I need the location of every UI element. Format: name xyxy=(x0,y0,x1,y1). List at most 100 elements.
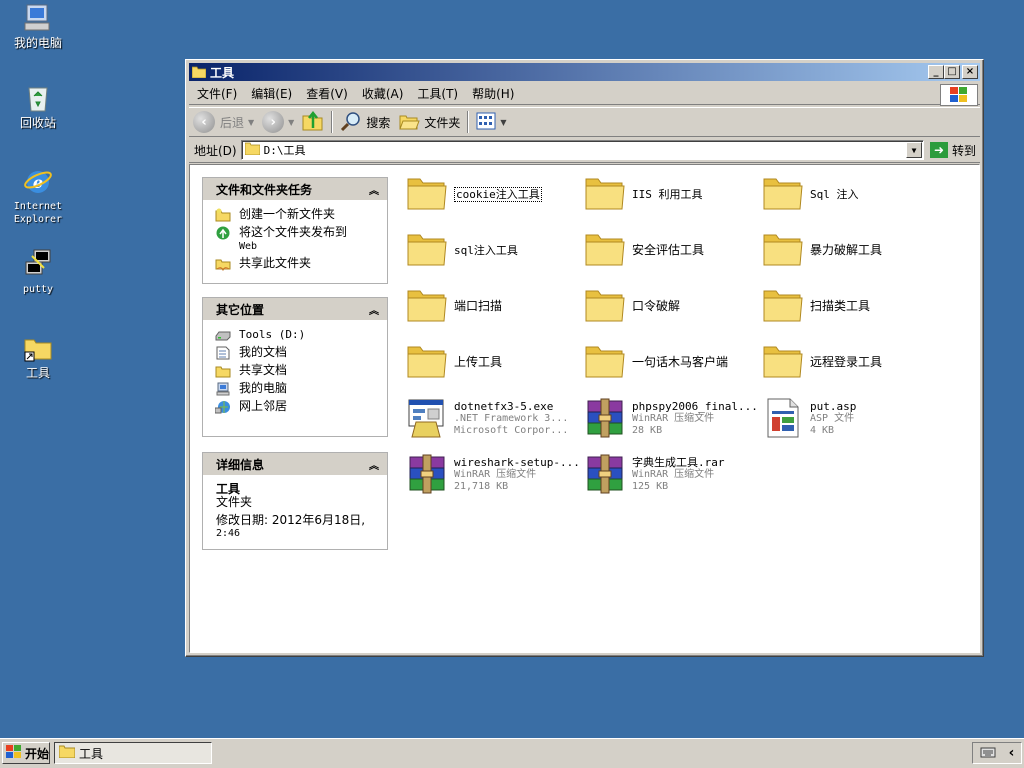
windows-logo-icon xyxy=(6,744,22,762)
asp-icon xyxy=(762,397,804,439)
place-my-computer[interactable]: 我的电脑 xyxy=(215,382,377,396)
minimize-button[interactable]: _ xyxy=(928,65,944,79)
chevron-down-icon[interactable]: ▼ xyxy=(500,118,506,127)
place-network[interactable]: 网上邻居 xyxy=(214,399,377,414)
chevron-down-icon[interactable]: ▼ xyxy=(248,118,254,127)
item-name: put.asp xyxy=(810,399,857,413)
back-button[interactable]: ‹ 后退 ▼ xyxy=(189,109,258,135)
item-name: 扫描类工具 xyxy=(810,298,871,313)
folder-item[interactable]: 扫描类工具 xyxy=(762,283,938,329)
address-input[interactable]: D:\工具 ▼ xyxy=(240,140,924,160)
desktop-icon-internet-explorer[interactable]: e Internet Explorer xyxy=(8,165,68,226)
rar-icon xyxy=(584,453,626,495)
place-label: 我的电脑 xyxy=(239,381,288,395)
folder-icon xyxy=(584,285,626,327)
item-name: cookie注入工具 xyxy=(454,186,542,202)
item-name: 端口扫描 xyxy=(454,298,503,313)
back-arrow-icon: ‹ xyxy=(193,111,215,133)
start-button[interactable]: 开始 xyxy=(2,742,50,764)
documents-icon xyxy=(215,346,231,360)
menu-tools[interactable]: 工具(T) xyxy=(409,85,464,102)
go-button[interactable]: ➜ 转到 xyxy=(924,142,980,159)
putty-icon xyxy=(22,248,54,280)
item-name: Sql 注入 xyxy=(810,187,859,201)
folder-item[interactable]: 一句话木马客户端 xyxy=(584,339,760,385)
item-name: 口令破解 xyxy=(632,298,681,313)
file-item[interactable]: dotnetfx3-5.exe .NET Framework 3... Micros… xyxy=(406,395,582,441)
folder-icon xyxy=(762,285,804,327)
details-panel: 详细信息 ︽ 工具 文件夹 修改日期: 2012年6月18日, 2:46 xyxy=(202,452,388,550)
task-label: 创建一个新文件夹 xyxy=(239,207,336,221)
collapse-icon[interactable]: ︽ xyxy=(369,457,379,472)
desktop-icon-my-computer[interactable]: 我的电脑 xyxy=(8,2,68,50)
maximize-button[interactable]: □ xyxy=(944,65,960,79)
file-item[interactable]: wireshark-setup-... WinRAR 压缩文件 21,718 KB xyxy=(406,451,582,497)
collapse-icon[interactable]: ︽ xyxy=(369,182,379,197)
task-new-folder[interactable]: 创建一个新文件夹 xyxy=(215,208,377,222)
folder-item[interactable]: 端口扫描 xyxy=(406,283,582,329)
file-item[interactable]: put.asp ASP 文件 4 KB xyxy=(762,395,938,441)
details-type: 文件夹 xyxy=(216,495,253,509)
place-tools-drive[interactable]: Tools (D:) xyxy=(215,328,377,342)
panel-header[interactable]: 详细信息 ︽ xyxy=(203,453,387,475)
collapse-icon[interactable]: ︽ xyxy=(369,302,379,317)
chevron-down-icon[interactable]: ▼ xyxy=(288,118,294,127)
folder-item[interactable]: cookie注入工具 xyxy=(406,171,582,217)
item-name: sql注入工具 xyxy=(454,243,518,257)
place-my-documents[interactable]: 我的文档 xyxy=(215,346,377,360)
place-label: 共享文档 xyxy=(239,363,288,377)
close-button[interactable]: × xyxy=(962,65,978,79)
keyboard-icon[interactable] xyxy=(980,746,996,761)
folder-item[interactable]: Sql 注入 xyxy=(762,171,938,217)
computer-icon xyxy=(215,382,231,396)
folder-icon xyxy=(406,341,448,383)
standard-toolbar: ‹ 后退 ▼ › ▼ 搜索 文件夹 ▼ xyxy=(189,107,980,137)
place-shared-documents[interactable]: 共享文档 xyxy=(215,364,377,378)
folder-shortcut-icon xyxy=(22,332,54,364)
desktop-icon-tools-shortcut[interactable]: 工具 xyxy=(8,332,68,380)
menu-view[interactable]: 查看(V) xyxy=(298,85,354,102)
task-publish-web[interactable]: 将这个文件夹发布到 Web xyxy=(215,226,377,253)
menu-file[interactable]: 文件(F) xyxy=(189,85,243,102)
search-icon xyxy=(340,110,362,135)
taskbar-window-button[interactable]: 工具 xyxy=(54,742,212,764)
forward-button[interactable]: › ▼ xyxy=(258,109,298,135)
folder-item[interactable]: 上传工具 xyxy=(406,339,582,385)
panel-header[interactable]: 其它位置 ︽ xyxy=(203,298,387,320)
folder-item[interactable]: 安全评估工具 xyxy=(584,227,760,273)
item-name: wireshark-setup-... xyxy=(454,455,580,469)
item-type: WinRAR 压缩文件 xyxy=(632,412,715,424)
title-bar[interactable]: 工具 _ □ × xyxy=(189,63,980,81)
folder-item[interactable]: sql注入工具 xyxy=(406,227,582,273)
globe-icon xyxy=(215,226,231,240)
item-size: 125 KB xyxy=(632,480,669,492)
views-button[interactable]: ▼ xyxy=(472,109,510,135)
computer-icon xyxy=(22,2,54,34)
folder-item[interactable]: 暴力破解工具 xyxy=(762,227,938,273)
item-name: 一句话木马客户端 xyxy=(632,354,729,369)
folder-item[interactable]: IIS 利用工具 xyxy=(584,171,760,217)
file-item[interactable]: 字典生成工具.rar WinRAR 压缩文件 125 KB xyxy=(584,451,760,497)
panel-title: 详细信息 xyxy=(216,457,265,472)
desktop-icon-putty[interactable]: putty xyxy=(8,248,68,296)
menu-favorites[interactable]: 收藏(A) xyxy=(354,85,410,102)
item-size: 21,718 KB xyxy=(454,480,509,492)
search-button[interactable]: 搜索 xyxy=(336,109,394,135)
folder-icon xyxy=(762,229,804,271)
file-item[interactable]: phpspy2006_final... WinRAR 压缩文件 28 KB xyxy=(584,395,760,441)
toolbar-separator xyxy=(331,111,334,133)
folder-icon xyxy=(762,341,804,383)
menu-help[interactable]: 帮助(H) xyxy=(464,85,520,102)
address-dropdown-button[interactable]: ▼ xyxy=(905,142,922,158)
desktop-icon-recycle-bin[interactable]: 回收站 xyxy=(8,82,68,130)
expand-tray-icon[interactable]: ‹ xyxy=(1009,745,1015,761)
folder-item[interactable]: 口令破解 xyxy=(584,283,760,329)
menu-edit[interactable]: 编辑(E) xyxy=(243,85,298,102)
task-share-folder[interactable]: 共享此文件夹 xyxy=(215,257,377,272)
folder-item[interactable]: 远程登录工具 xyxy=(762,339,938,385)
panel-header[interactable]: 文件和文件夹任务 ︽ xyxy=(203,178,387,200)
start-label: 开始 xyxy=(25,746,50,761)
folders-button[interactable]: 文件夹 xyxy=(394,109,464,135)
place-label: 网上邻居 xyxy=(239,399,288,413)
up-folder-button[interactable] xyxy=(298,109,328,135)
